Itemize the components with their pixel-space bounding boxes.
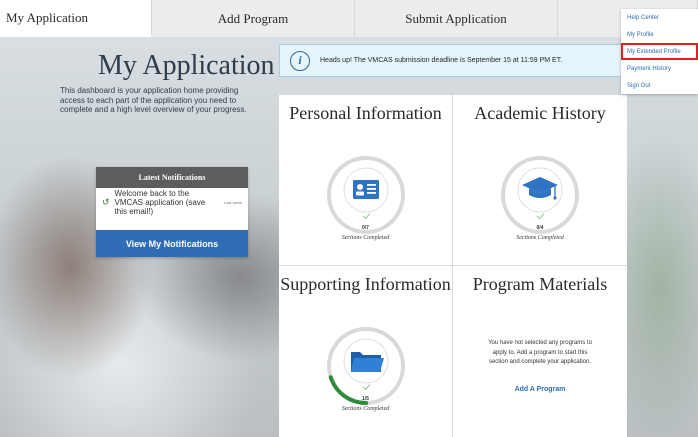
id-card-icon	[353, 180, 379, 199]
card-title: Personal Information	[289, 103, 442, 123]
page-title: My Application	[98, 50, 275, 81]
menu-item-my-profile[interactable]: My Profile	[621, 26, 698, 43]
tab-my-application[interactable]: My Application	[0, 0, 152, 37]
notification-icon: ↺	[102, 196, 110, 207]
supporting-information-card[interactable]: Supporting Information 1/5 Sections Comp…	[279, 266, 453, 437]
tab-add-program[interactable]: Add Program	[152, 0, 355, 37]
account-dropdown-menu: Help Center My Profile My Extended Profi…	[621, 9, 698, 94]
card-title: Program Materials	[472, 274, 608, 294]
notification-text: Welcome back to the VMCAS application (s…	[114, 188, 206, 216]
notifications-header: Latest Notifications	[96, 167, 248, 188]
card-title: Supporting Information	[280, 274, 451, 294]
menu-item-payment-history[interactable]: Payment History	[621, 60, 698, 77]
notification-item[interactable]: ↺ Welcome back to the VMCAS application …	[96, 188, 248, 216]
sections-caption: Sections Completed	[341, 406, 390, 412]
main-tabs: My Application Add Program Submit Applic…	[0, 0, 698, 37]
alert-text: Heads up! The VMCAS submission deadline …	[320, 57, 563, 64]
academic-history-card[interactable]: Academic History 0/4 Sections Completed	[453, 95, 627, 266]
sections-count: 1/5	[362, 396, 369, 402]
program-materials-card: Program Materials You have not selected …	[453, 266, 627, 437]
view-notifications-button[interactable]: View My Notifications	[96, 230, 248, 257]
personal-information-card[interactable]: Personal Information 0/7 Sections Comple…	[279, 95, 453, 266]
folder-icon	[351, 352, 384, 372]
info-icon: i	[290, 50, 310, 71]
add-program-link[interactable]: Add A Program	[453, 386, 627, 393]
sections-count: 0/4	[536, 225, 544, 231]
menu-item-sign-out[interactable]: Sign Out	[621, 77, 698, 94]
menu-item-my-extended-profile[interactable]: My Extended Profile	[621, 43, 698, 60]
program-materials-message: You have not selected any programs to ap…	[488, 340, 592, 365]
page-description: This dashboard is your application home …	[60, 86, 247, 114]
sections-caption: Sections Completed	[516, 235, 564, 241]
latest-notifications-panel: Latest Notifications ↺ Welcome back to t…	[96, 167, 248, 257]
menu-item-help-center[interactable]: Help Center	[621, 9, 698, 26]
card-title: Academic History	[474, 103, 606, 123]
sections-caption: Sections Completed	[341, 235, 390, 241]
deadline-alert: i Heads up! The VMCAS submission deadlin…	[279, 44, 627, 77]
sections-grid: Personal Information 0/7 Sections Comple…	[279, 95, 627, 437]
notification-time: Last week	[223, 199, 242, 205]
tab-submit-application[interactable]: Submit Application	[355, 0, 558, 37]
sections-count: 0/7	[362, 225, 369, 231]
